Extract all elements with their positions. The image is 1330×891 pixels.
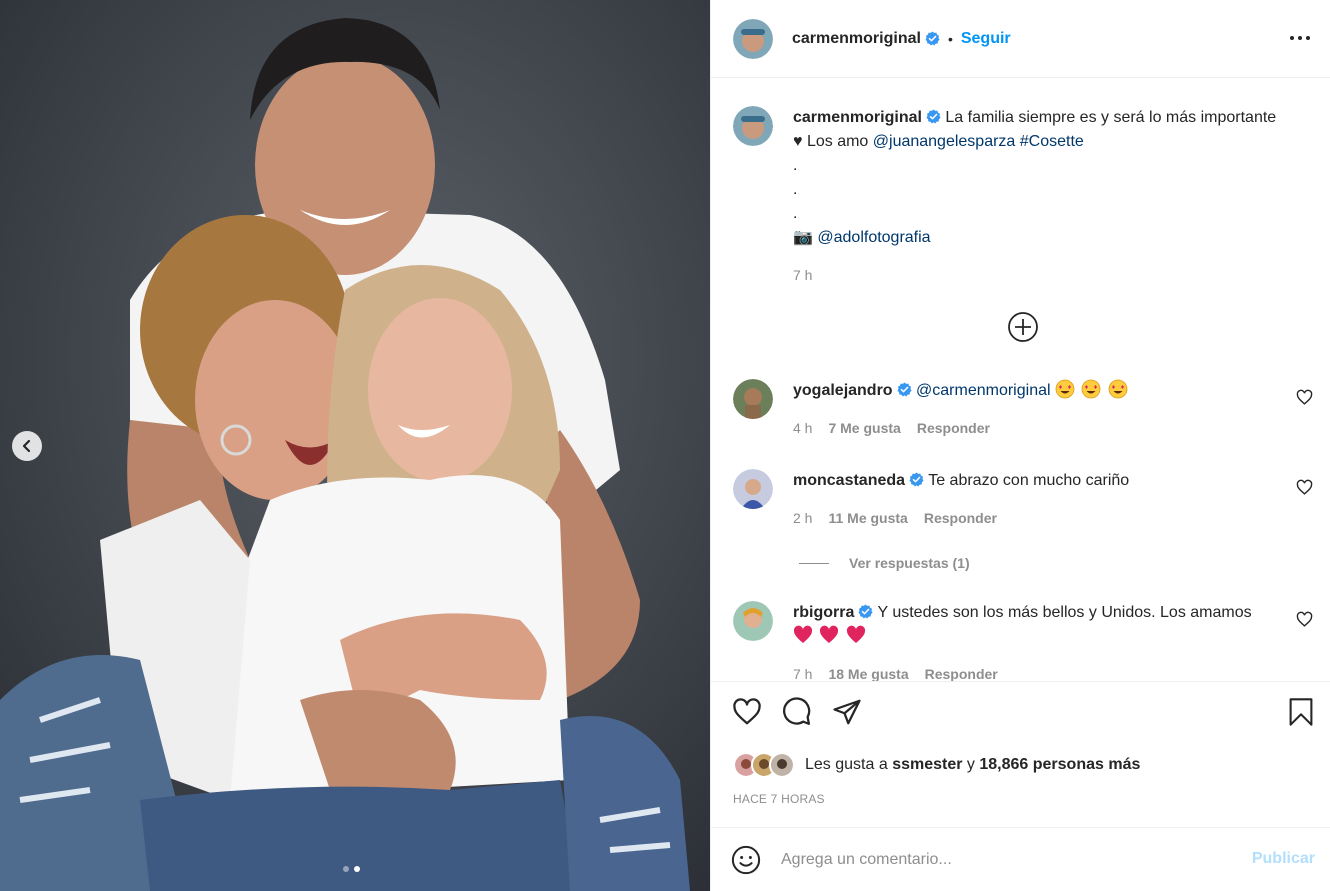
like-button[interactable] bbox=[731, 696, 763, 728]
red-heart-emoji-icon bbox=[846, 625, 865, 643]
post-photo[interactable] bbox=[0, 0, 710, 891]
smiley-icon[interactable] bbox=[731, 845, 761, 875]
verified-badge-icon bbox=[909, 472, 924, 487]
red-hearts-emoji-group bbox=[793, 625, 1308, 649]
post-actions-section: Les gusta a ssmester y 18,866 personas m… bbox=[711, 681, 1330, 827]
author-avatar[interactable] bbox=[733, 18, 773, 59]
comment-likes[interactable]: 7 Me gusta bbox=[828, 416, 900, 440]
post-header: carmenmoriginal • Seguir bbox=[711, 0, 1330, 78]
liker-avatar bbox=[769, 752, 795, 778]
comment-mention[interactable]: @carmenmoriginal bbox=[916, 382, 1051, 399]
follow-button[interactable]: Seguir bbox=[961, 30, 1011, 48]
carousel-dot bbox=[343, 866, 349, 872]
caption-text-line1: La familia siempre es y será lo más impo… bbox=[945, 109, 1277, 126]
likes-connector: y bbox=[966, 756, 975, 773]
heart-eyes-emoji-icon bbox=[1108, 379, 1128, 399]
replies-divider bbox=[799, 562, 829, 564]
comment-icon bbox=[783, 697, 811, 725]
commenter-avatar[interactable] bbox=[733, 379, 773, 419]
caption-avatar[interactable] bbox=[733, 106, 773, 146]
post-caption: carmenmoriginal La familia siempre es y … bbox=[733, 106, 1323, 287]
comment-time[interactable]: 4 h bbox=[793, 416, 812, 440]
heart-eyes-emoji-group bbox=[1055, 379, 1130, 399]
comment-item: yogalejandro @carmenmoriginal 4 h 7 Me g… bbox=[733, 379, 1323, 440]
reply-button[interactable]: Responder bbox=[925, 662, 998, 681]
liker-avatars[interactable] bbox=[733, 752, 795, 778]
comment-item: moncastaneda Te abrazo con mucho cariño … bbox=[733, 469, 1323, 530]
commenter-username[interactable]: rbigorra bbox=[793, 604, 854, 621]
commenter-username[interactable]: yogalejandro bbox=[793, 382, 893, 399]
likes-prefix: Les gusta a bbox=[805, 756, 888, 773]
comment-likes[interactable]: 18 Me gusta bbox=[828, 662, 908, 681]
save-button[interactable] bbox=[1285, 696, 1317, 728]
publish-button[interactable]: Publicar bbox=[1252, 850, 1315, 868]
bookmark-icon bbox=[1289, 698, 1313, 726]
caption-dot: . bbox=[793, 181, 798, 198]
heart-eyes-emoji-icon bbox=[1055, 379, 1075, 399]
reply-button[interactable]: Responder bbox=[924, 506, 997, 530]
comment-input[interactable] bbox=[781, 850, 1241, 869]
view-replies-button[interactable]: Ver respuestas (1) bbox=[799, 555, 970, 571]
likes-others[interactable]: 18,866 personas más bbox=[979, 756, 1140, 774]
comment-item: rbigorra Y ustedes son los más bellos y … bbox=[733, 601, 1323, 681]
comment-button[interactable] bbox=[781, 696, 813, 728]
comment-text: Y ustedes son los más bellos y Unidos. L… bbox=[877, 604, 1252, 621]
camera-emoji: 📷 bbox=[793, 229, 813, 246]
caption-mention[interactable]: @juanangelesparza bbox=[873, 133, 1016, 150]
post-timestamp[interactable]: HACE 7 HORAS bbox=[733, 792, 825, 806]
red-heart-emoji-icon bbox=[793, 625, 813, 643]
verified-badge-icon bbox=[926, 109, 941, 124]
caption-photographer-mention[interactable]: @adolfotografia bbox=[817, 229, 930, 246]
share-icon bbox=[833, 699, 861, 725]
caption-text-line2: ♥ Los amo bbox=[793, 133, 869, 150]
comment-time[interactable]: 2 h bbox=[793, 506, 812, 530]
caption-dot: . bbox=[793, 157, 798, 174]
comment-likes[interactable]: 11 Me gusta bbox=[828, 506, 907, 530]
author-username[interactable]: carmenmoriginal bbox=[792, 30, 921, 48]
likes-summary: Les gusta a ssmester y 18,866 personas m… bbox=[733, 752, 1140, 778]
caption-dot: . bbox=[793, 205, 798, 222]
header-separator: • bbox=[947, 30, 953, 47]
commenter-avatar[interactable] bbox=[733, 469, 773, 509]
comment-composer: Publicar bbox=[711, 827, 1330, 891]
reply-button[interactable]: Responder bbox=[917, 416, 990, 440]
family-photo-illustration bbox=[0, 0, 710, 891]
verified-badge-icon bbox=[925, 31, 940, 46]
carousel-dot-active bbox=[354, 866, 360, 872]
heart-icon bbox=[733, 698, 761, 725]
caption-hashtag[interactable]: #Cosette bbox=[1020, 133, 1084, 150]
share-button[interactable] bbox=[831, 696, 863, 728]
caption-time[interactable]: 7 h bbox=[793, 263, 1317, 287]
commenter-avatar[interactable] bbox=[733, 601, 773, 641]
like-comment-heart-icon[interactable] bbox=[1296, 611, 1313, 628]
caption-username[interactable]: carmenmoriginal bbox=[793, 109, 922, 126]
verified-badge-icon bbox=[897, 382, 912, 397]
red-heart-emoji-icon bbox=[820, 625, 839, 643]
carousel-indicator bbox=[343, 866, 360, 872]
comments-list[interactable]: carmenmoriginal La familia siempre es y … bbox=[711, 79, 1330, 681]
like-comment-heart-icon[interactable] bbox=[1296, 389, 1313, 406]
comment-text: Te abrazo con mucho cariño bbox=[928, 472, 1130, 489]
more-options-icon[interactable] bbox=[1288, 28, 1312, 48]
chevron-left-icon bbox=[22, 439, 31, 453]
likes-user[interactable]: ssmester bbox=[892, 756, 962, 774]
commenter-username[interactable]: moncastaneda bbox=[793, 472, 905, 489]
view-replies-label[interactable]: Ver respuestas (1) bbox=[849, 555, 970, 571]
post-side-panel: carmenmoriginal • Seguir carmenmoriginal… bbox=[710, 0, 1330, 891]
instagram-post: carmenmoriginal • Seguir carmenmoriginal… bbox=[0, 0, 1330, 891]
verified-badge-icon bbox=[858, 604, 873, 619]
like-comment-heart-icon[interactable] bbox=[1296, 479, 1313, 496]
action-bar bbox=[731, 696, 863, 728]
carousel-prev-button[interactable] bbox=[12, 431, 42, 461]
comment-time[interactable]: 7 h bbox=[793, 662, 812, 681]
heart-eyes-emoji-icon bbox=[1082, 379, 1101, 399]
add-circle-icon[interactable] bbox=[1007, 311, 1039, 343]
